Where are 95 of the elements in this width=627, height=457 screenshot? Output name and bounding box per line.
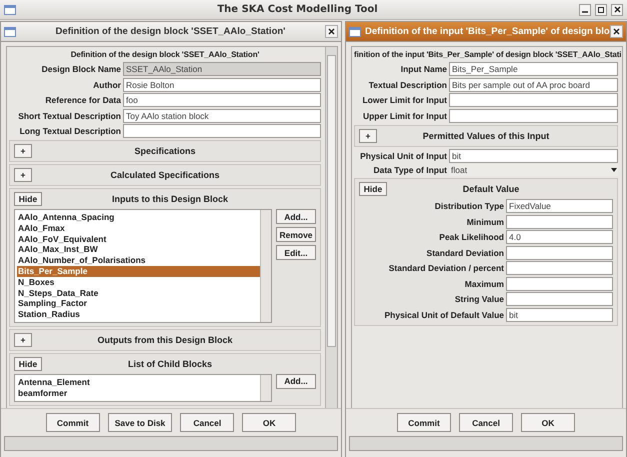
input-field[interactable]	[506, 246, 613, 260]
field-label: Author	[92, 80, 121, 90]
input-field[interactable]	[506, 276, 613, 290]
field-label: Input Name	[400, 64, 447, 74]
input-field[interactable]: bit	[449, 148, 618, 162]
window-icon	[349, 26, 361, 36]
input-field[interactable]: 4.0	[506, 230, 613, 244]
dialog-title: Definition of the design block 'SSET_AAlo_Station'	[54, 26, 286, 37]
dialog-button[interactable]: OK	[242, 413, 296, 432]
list-item[interactable]: AAlo_FoV_Equivalent	[17, 234, 260, 244]
input-field[interactable]: Toy AAlo station block	[123, 108, 321, 122]
field-label: Maximum	[464, 278, 504, 288]
field-label: Physical Unit of Default Value	[383, 310, 504, 320]
section-title: Specifications	[133, 146, 197, 156]
list-button[interactable]: Add...	[276, 209, 316, 224]
input-field[interactable]: Bits_Per_Sample	[449, 62, 618, 76]
input-field[interactable]	[449, 108, 618, 122]
section-title: List of Child Blocks	[126, 358, 213, 369]
list-item[interactable]: N_Boxes	[17, 276, 260, 288]
field-label: Distribution Type	[434, 201, 504, 211]
toggle-button[interactable]: +	[359, 128, 377, 142]
list-item[interactable]: AAlo_Max_Inst_BW	[17, 244, 260, 256]
input-field[interactable]: FixedValue	[506, 199, 613, 213]
section-title: Outputs from this Design Block	[96, 334, 234, 345]
dialog-button[interactable]: Commit	[46, 413, 100, 432]
scrollbar[interactable]	[260, 210, 271, 322]
window-icon	[4, 26, 16, 36]
field-label: Peak Likelihood	[438, 232, 504, 242]
field-label: Short Textual Description	[17, 110, 121, 120]
close-button[interactable]	[611, 4, 623, 16]
close-button[interactable]	[325, 25, 338, 38]
section-title: Calculated Specifications	[109, 170, 221, 180]
input-field[interactable]	[123, 124, 321, 138]
window-title: The SKA Cost Modelling Tool	[216, 4, 379, 15]
field-label: Long Textual Description	[18, 126, 121, 136]
scrollbar[interactable]	[260, 374, 271, 401]
close-icon	[614, 6, 620, 13]
dialog-button[interactable]: Cancel	[459, 413, 513, 432]
dialog-button[interactable]: OK	[521, 413, 575, 432]
list-item[interactable]: Sampling_Factor	[17, 298, 260, 310]
field-label: Data Type of Input	[372, 165, 447, 175]
window-icon	[4, 4, 16, 14]
input-field[interactable]	[506, 292, 613, 306]
input-field[interactable]: Rosie Bolton	[123, 78, 321, 92]
section-title: Inputs to this Design Block	[110, 194, 229, 204]
list-box[interactable]: Antenna_Element beamformer	[14, 374, 272, 402]
field-label: Reference for Data	[44, 95, 121, 105]
input-field[interactable]	[449, 93, 618, 107]
list-item[interactable]: Station_Radius	[17, 309, 260, 320]
input-field[interactable]	[506, 214, 613, 228]
list-button[interactable]: Add...	[276, 374, 316, 389]
toggle-button[interactable]: Hide	[359, 182, 387, 196]
toggle-button[interactable]: +	[14, 168, 32, 182]
toggle-button[interactable]: +	[14, 144, 32, 158]
form-heading: Definition of the design block 'SSET_AAlo_Station'	[70, 49, 260, 60]
field-label: Upper Limit for Input	[362, 110, 447, 120]
field-label: Design Block Name	[40, 64, 121, 74]
input-field[interactable]	[506, 261, 613, 275]
dropdown[interactable]: float	[449, 164, 618, 176]
input-field[interactable]: bit	[506, 308, 613, 322]
section-title: Permitted Values of this Input	[422, 130, 550, 140]
field-label: Lower Limit for Input	[361, 95, 447, 105]
caret-icon	[611, 168, 617, 172]
field-label: Standard Deviation / percent	[388, 263, 504, 273]
field-label: Physical Unit of Input	[359, 150, 447, 160]
toggle-button[interactable]: Hide	[14, 192, 42, 206]
selected-list-item[interactable]: Bits_Per_Sample	[17, 266, 260, 277]
maximize-button[interactable]	[595, 4, 607, 16]
dialog-button[interactable]: Save to Disk	[108, 413, 172, 432]
scrollbar[interactable]	[325, 47, 337, 408]
close-icon	[328, 28, 335, 35]
list-item[interactable]: beamformer	[17, 388, 260, 399]
list-item[interactable]: AAlo_Fmax	[17, 222, 260, 234]
field-label: Minimum	[466, 216, 504, 226]
toggle-button[interactable]: +	[14, 332, 32, 347]
input-field[interactable]: Bits per sample out of AA proc board	[449, 78, 618, 92]
list-box[interactable]: AAlo_Antenna_Spacing AAlo_Fmax AAlo_FoV_Equivalent AAlo_Max_Inst_BW AAlo_Number_of_Polarisations Bits_Per_Sample N_Boxes N_Steps_Data_Rate Sampling_Factor Station_Radius	[14, 209, 272, 323]
field-label: Textual Description	[368, 80, 447, 90]
list-item[interactable]: AAlo_Antenna_Spacing	[17, 212, 260, 223]
list-item[interactable]: N_Steps_Data_Rate	[17, 288, 260, 298]
minimize-button[interactable]	[579, 4, 591, 16]
close-button[interactable]	[610, 25, 623, 38]
toggle-button[interactable]: Hide	[14, 356, 42, 371]
close-icon	[613, 28, 620, 35]
dialog-button[interactable]: Commit	[397, 413, 451, 432]
list-item[interactable]: Antenna_Element	[17, 376, 260, 388]
maximize-icon	[598, 6, 604, 12]
field-label: Standard Deviation	[426, 248, 504, 258]
list-button[interactable]: Remove	[276, 227, 316, 242]
dialog-button[interactable]: Cancel	[180, 413, 234, 432]
list-item[interactable]: AAlo_Number_of_Polarisations	[17, 255, 260, 266]
field-label: String Value	[454, 294, 504, 304]
list-button[interactable]: Edit...	[276, 245, 316, 260]
input-field[interactable]: foo	[123, 93, 321, 107]
section-title: Default Value	[462, 184, 520, 194]
